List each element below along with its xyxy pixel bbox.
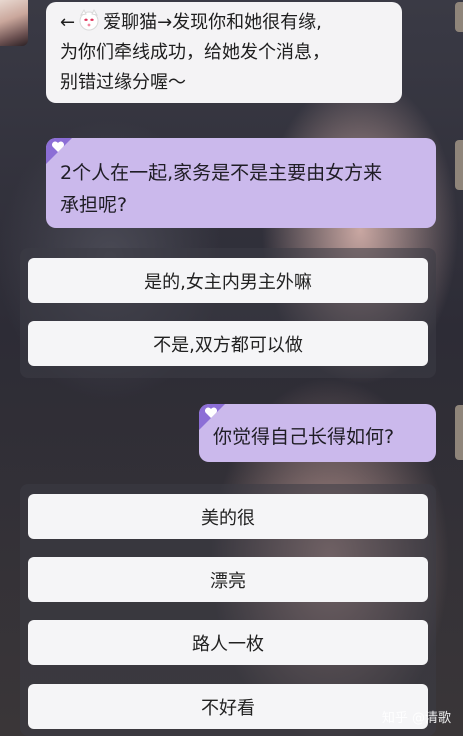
edge-tab-middle bbox=[455, 140, 463, 190]
system-message-line-3: 别错过缘分喔～ bbox=[60, 72, 186, 93]
question-bubble-looks: 你觉得自己长得如何? bbox=[199, 404, 436, 462]
option-button-pretty[interactable]: 漂亮 bbox=[28, 557, 428, 602]
option-button-not-pretty[interactable]: 不好看 bbox=[28, 684, 428, 729]
option-button-very-pretty[interactable]: 美的很 bbox=[28, 494, 428, 539]
watermark: 知乎 @清歌 bbox=[381, 711, 451, 726]
system-message-bubble: ← 爱聊猫→发现你和她很有缘, 为你们牵线成功，给她发个消息， 别错过缘分喔～ bbox=[46, 2, 402, 103]
edge-tab-lower bbox=[455, 405, 463, 460]
cat-emoji-icon bbox=[79, 8, 99, 31]
system-message-line-2: 为你们牵线成功，给她发个消息， bbox=[60, 42, 330, 63]
option-button-yes[interactable]: 是的,女主内男主外嘛 bbox=[28, 258, 428, 303]
question-bubble-housework: 2个人在一起,家务是不是主要由女方来 承担呢? bbox=[46, 138, 436, 228]
system-message-line-1: ← 爱聊猫→发现你和她很有缘, bbox=[60, 8, 392, 38]
heart-icon bbox=[204, 407, 218, 418]
option-button-no[interactable]: 不是,双方都可以做 bbox=[28, 321, 428, 366]
question-text: 你觉得自己长得如何? bbox=[213, 426, 395, 448]
heart-icon bbox=[51, 141, 65, 152]
option-button-ordinary[interactable]: 路人一枚 bbox=[28, 620, 428, 665]
avatar[interactable] bbox=[0, 0, 28, 46]
edge-tab-top bbox=[455, 2, 463, 32]
question-text-line-1: 2个人在一起,家务是不是主要由女方来 bbox=[60, 162, 383, 184]
question-text-line-2: 承担呢? bbox=[60, 194, 128, 216]
